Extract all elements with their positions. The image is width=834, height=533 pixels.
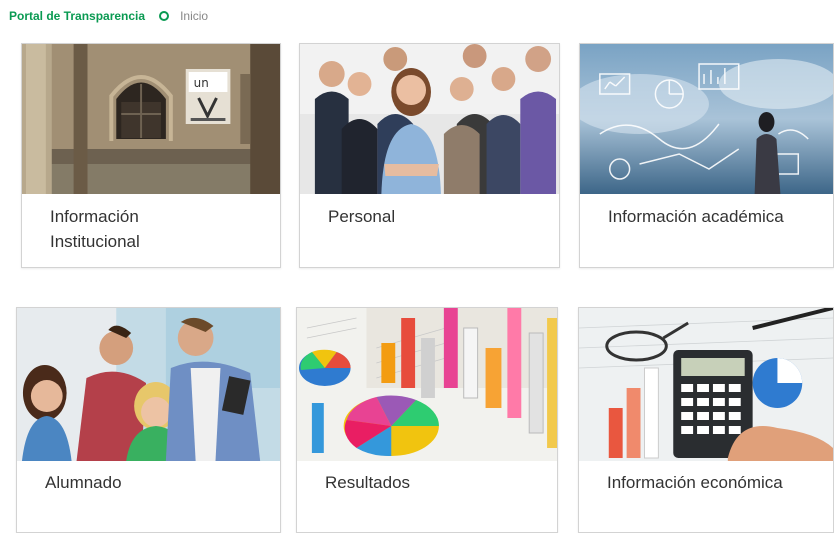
card-label: Información Institucional xyxy=(50,204,268,254)
card-image-sky-sketch[interactable] xyxy=(580,44,833,194)
card-informacion-economica[interactable]: Información económica xyxy=(578,307,834,533)
card-image-calculator[interactable] xyxy=(579,308,833,461)
card-image-charts[interactable] xyxy=(297,308,557,461)
card-label-line1: Información xyxy=(50,207,139,226)
card-label: Información económica xyxy=(607,473,783,492)
card-personal[interactable]: Personal xyxy=(299,43,560,268)
card-resultados[interactable]: Resultados xyxy=(296,307,558,533)
card-label: Resultados xyxy=(325,473,411,492)
breadcrumb-portal-link[interactable]: Portal de Transparencia xyxy=(9,8,145,24)
card-image-people[interactable] xyxy=(300,44,559,194)
breadcrumb: Portal de Transparencia Inicio xyxy=(9,8,208,24)
card-image-students[interactable] xyxy=(17,308,280,461)
building-sign-logo: un xyxy=(194,76,209,90)
breadcrumb-current: Inicio xyxy=(180,9,209,23)
card-label-line2: Institucional xyxy=(50,232,140,251)
card-informacion-academica[interactable]: Información académica xyxy=(579,43,834,268)
card-label: Información académica xyxy=(608,207,784,226)
breadcrumb-separator-icon xyxy=(159,11,170,21)
card-label: Personal xyxy=(328,207,396,226)
card-image-building[interactable]: un xyxy=(22,44,280,194)
card-label: Alumnado xyxy=(45,473,122,492)
card-alumnado[interactable]: Alumnado xyxy=(16,307,281,533)
card-informacion-institucional[interactable]: un Información Institucional xyxy=(21,43,281,268)
